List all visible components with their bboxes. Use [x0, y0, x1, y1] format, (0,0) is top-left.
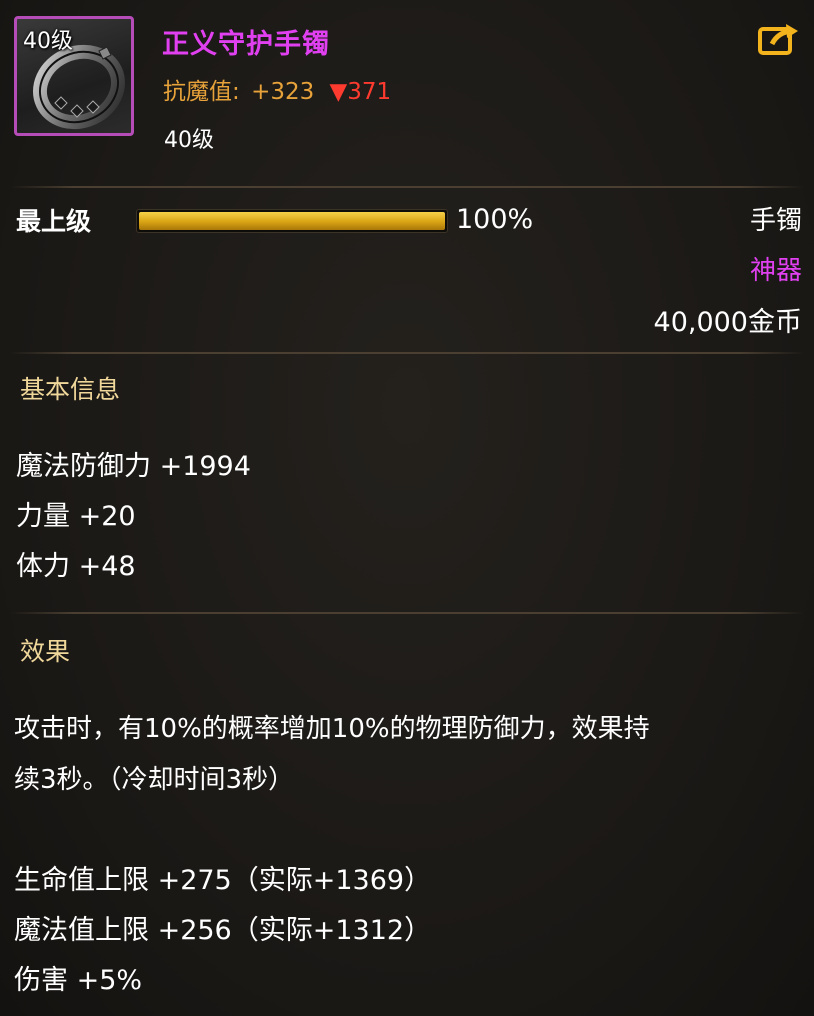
resist-stat-row: 抗魔值: +323 ▼371 — [163, 72, 391, 106]
resist-stat-label: 抗魔值: — [163, 79, 240, 105]
item-type: 手镯 — [749, 206, 802, 236]
resist-stat-value: +323 — [251, 79, 315, 105]
icon-level-badge: 40级 — [23, 29, 73, 54]
item-icon-frame[interactable]: 40级 — [14, 16, 134, 136]
bonus-max-hp: 生命值上限 +275（实际+1369） — [14, 865, 432, 896]
resist-stat-diff: ▼371 — [329, 79, 392, 105]
item-name: 正义守护手镯 — [162, 29, 330, 60]
divider — [10, 352, 804, 354]
basic-info-title: 基本信息 — [20, 375, 121, 404]
item-rarity: 神器 — [749, 256, 802, 286]
attr-magic-defense: 魔法防御力 +1994 — [16, 451, 251, 482]
grade-progress-fill — [139, 212, 445, 230]
effect-title: 效果 — [20, 637, 71, 666]
grade-label: 最上级 — [16, 207, 92, 236]
divider — [10, 612, 804, 614]
effect-line: 攻击时，有10%的概率增加10%的物理防御力，效果持 — [14, 714, 650, 744]
share-button[interactable] — [758, 22, 800, 56]
attr-stamina: 体力 +48 — [16, 551, 136, 582]
bonus-damage: 伤害 +5% — [14, 965, 143, 996]
grade-percent: 100% — [456, 204, 534, 235]
attr-strength: 力量 +20 — [16, 501, 136, 532]
bonus-max-mp: 魔法值上限 +256（实际+1312） — [14, 915, 432, 946]
divider — [10, 186, 804, 188]
effect-line: 续3秒。（冷却时间3秒） — [14, 765, 295, 795]
item-tooltip-panel: 40级 正义守护手镯 抗魔值: +323 ▼371 40级 最上级 100% 手… — [0, 0, 814, 1016]
share-icon — [758, 24, 798, 55]
effect-description: 攻击时，有10%的概率增加10%的物理防御力，效果持 续3秒。（冷却时间3秒） — [14, 704, 800, 806]
item-level: 40级 — [164, 128, 214, 153]
item-price: 40,000金币 — [653, 307, 802, 338]
grade-progress-bar — [136, 209, 448, 233]
